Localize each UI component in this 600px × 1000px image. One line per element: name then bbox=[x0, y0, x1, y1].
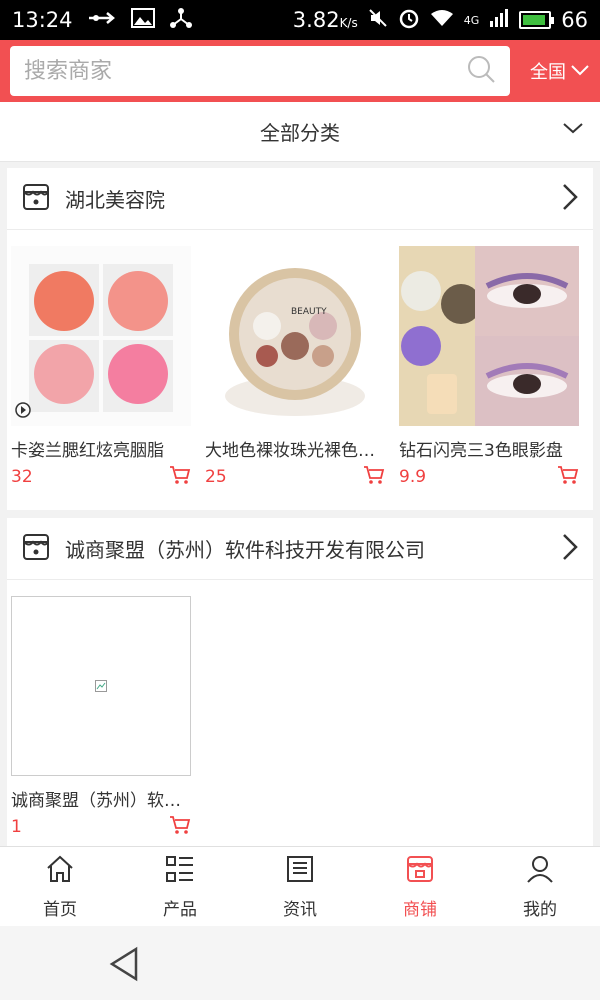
search-icon[interactable] bbox=[466, 54, 496, 88]
shop-name: 诚商聚盟（苏州）软件科技开发有限公司 bbox=[65, 538, 425, 562]
product-card[interactable]: 卡姿兰腮红炫亮胭脂 32 bbox=[11, 246, 191, 489]
system-nav-bar bbox=[0, 926, 600, 1000]
mute-icon bbox=[368, 8, 388, 33]
nav-shops[interactable]: 商铺 bbox=[360, 847, 480, 926]
product-card[interactable]: BEAUTY 大地色裸妆珠光裸色眼影 25 bbox=[205, 246, 385, 489]
news-icon bbox=[285, 854, 315, 889]
bottom-nav: 首页 产品 资讯 商铺 我的 bbox=[0, 846, 600, 926]
shop-header[interactable]: 湖北美容院 bbox=[7, 168, 593, 230]
wifi-icon bbox=[430, 8, 454, 32]
search-box[interactable] bbox=[10, 46, 510, 96]
product-price: 1 bbox=[11, 817, 22, 837]
status-bar: 13:24 3.82K/s 4G 66 bbox=[0, 0, 600, 40]
usb-icon bbox=[87, 8, 117, 32]
chevron-right-icon[interactable] bbox=[561, 183, 579, 215]
shop-header[interactable]: 诚商聚盟（苏州）软件科技开发有限公司 bbox=[7, 518, 593, 580]
category-label: 全部分类 bbox=[260, 121, 340, 145]
category-filter[interactable]: 全部分类 bbox=[0, 102, 600, 162]
region-selector[interactable]: 全国 bbox=[530, 58, 590, 84]
product-price: 9.9 bbox=[399, 467, 427, 487]
product-image[interactable]: BEAUTY bbox=[205, 246, 385, 426]
store-icon bbox=[405, 854, 435, 889]
shop-name: 湖北美容院 bbox=[65, 188, 165, 212]
product-name: 大地色裸妆珠光裸色眼影 bbox=[205, 441, 385, 461]
product-price: 32 bbox=[11, 467, 33, 487]
battery-icon bbox=[519, 11, 555, 29]
cart-icon[interactable] bbox=[557, 465, 579, 489]
product-image[interactable] bbox=[11, 246, 191, 426]
network-speed: 3.82K/s bbox=[292, 8, 358, 32]
nav-label: 资讯 bbox=[283, 899, 317, 920]
cart-icon[interactable] bbox=[169, 815, 191, 839]
home-icon bbox=[45, 854, 75, 889]
nav-label: 我的 bbox=[523, 899, 557, 920]
share-icon bbox=[169, 7, 193, 34]
battery-level: 66 bbox=[561, 8, 588, 32]
user-icon bbox=[525, 854, 555, 889]
chevron-right-icon[interactable] bbox=[561, 533, 579, 565]
chevron-down-icon bbox=[570, 61, 590, 82]
product-card[interactable]: 诚商聚盟（苏州）软件科技 1 bbox=[11, 596, 191, 839]
store-icon bbox=[21, 182, 51, 216]
product-list: 卡姿兰腮红炫亮胭脂 32 BEAUTY 大地色裸妆珠光裸色眼影 25 钻石闪亮三… bbox=[7, 230, 593, 489]
product-image[interactable] bbox=[11, 596, 191, 776]
chevron-down-icon[interactable] bbox=[562, 120, 584, 140]
image-icon bbox=[130, 7, 155, 33]
broken-image-icon bbox=[95, 677, 107, 696]
list-icon bbox=[165, 854, 195, 889]
shop-card: 诚商聚盟（苏州）软件科技开发有限公司 诚商聚盟（苏州）软件科技 1 bbox=[7, 518, 593, 846]
product-list: 诚商聚盟（苏州）软件科技 1 bbox=[7, 580, 593, 839]
header: 全国 bbox=[0, 40, 600, 102]
shop-card: 湖北美容院 卡姿兰腮红炫亮胭脂 32 BEAUTY 大地色裸妆珠光裸色眼影 25… bbox=[7, 168, 593, 510]
product-price: 25 bbox=[205, 467, 227, 487]
product-name: 钻石闪亮三3色眼影盘 bbox=[399, 441, 563, 461]
alarm-icon bbox=[398, 7, 420, 34]
product-card[interactable]: 钻石闪亮三3色眼影盘 9.9 bbox=[399, 246, 579, 489]
cart-icon[interactable] bbox=[169, 465, 191, 489]
product-image[interactable] bbox=[399, 246, 579, 426]
nav-label: 商铺 bbox=[403, 899, 437, 920]
store-icon bbox=[21, 532, 51, 566]
cart-icon[interactable] bbox=[363, 465, 385, 489]
back-icon[interactable] bbox=[108, 946, 140, 986]
status-time: 13:24 bbox=[12, 8, 73, 32]
network-type: 4G bbox=[463, 13, 480, 27]
product-name: 诚商聚盟（苏州）软件科技 bbox=[11, 791, 191, 811]
nav-label: 首页 bbox=[43, 899, 77, 920]
nav-me[interactable]: 我的 bbox=[480, 847, 600, 926]
nav-home[interactable]: 首页 bbox=[0, 847, 120, 926]
search-input[interactable] bbox=[24, 58, 466, 84]
nav-products[interactable]: 产品 bbox=[120, 847, 240, 926]
product-name: 卡姿兰腮红炫亮胭脂 bbox=[11, 441, 164, 461]
region-label: 全国 bbox=[530, 62, 566, 83]
nav-news[interactable]: 资讯 bbox=[240, 847, 360, 926]
signal-icon bbox=[489, 8, 509, 32]
svg-text:BEAUTY: BEAUTY bbox=[291, 307, 327, 317]
nav-label: 产品 bbox=[163, 899, 197, 920]
